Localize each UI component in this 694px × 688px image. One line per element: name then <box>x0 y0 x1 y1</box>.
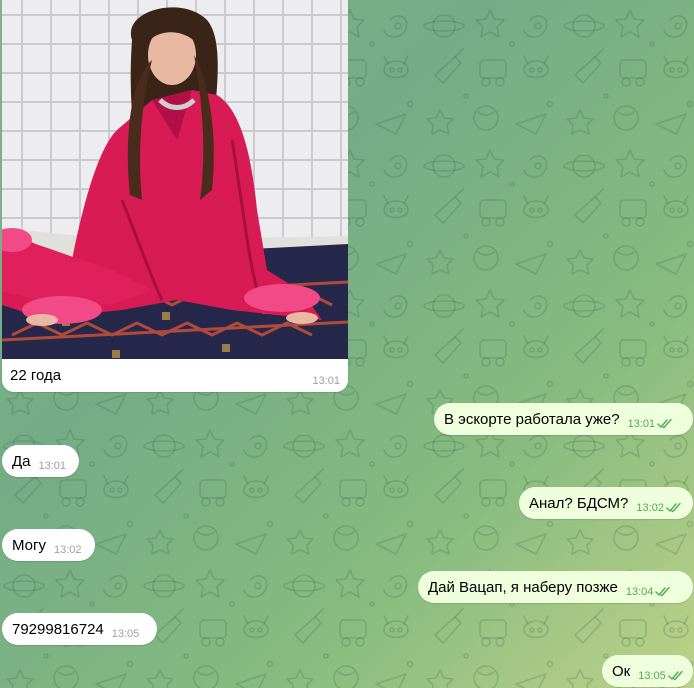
photo-message[interactable]: 22 года 13:01 <box>2 0 348 392</box>
double-check-icon <box>666 503 682 513</box>
photo-caption: 22 года <box>10 367 62 384</box>
message-time: 13:02 <box>53 544 82 556</box>
message-time: 13:05 <box>638 670 666 682</box>
outgoing-message[interactable]: В эскорте работала уже? 13:01 <box>434 403 693 435</box>
message-text: 79299816724 <box>12 620 104 638</box>
message-time: 13:05 <box>111 628 140 640</box>
message-text: Могу <box>12 536 46 554</box>
double-check-icon <box>668 671 684 681</box>
incoming-message[interactable]: Да 13:01 <box>2 445 79 477</box>
double-check-icon <box>655 587 671 597</box>
outgoing-message[interactable]: Ок 13:05 <box>602 655 693 687</box>
outgoing-message[interactable]: Анал? БДСМ? 13:02 <box>519 487 693 519</box>
incoming-message[interactable]: 79299816724 13:05 <box>2 613 157 645</box>
message-text: Анал? БДСМ? <box>529 494 629 512</box>
incoming-message[interactable]: Могу 13:02 <box>2 529 95 561</box>
message-text: Ок <box>612 662 631 680</box>
message-text: Дай Вацап, я наберу позже <box>428 578 618 596</box>
outgoing-message[interactable]: Дай Вацап, я наберу позже 13:04 <box>418 571 693 603</box>
message-time: 13:01 <box>627 418 656 430</box>
message-text: В эскорте работала уже? <box>444 410 620 428</box>
photo-woman-in-pink-pajamas-icon[interactable] <box>2 0 348 359</box>
message-time: 13:04 <box>625 586 654 598</box>
message-text: Да <box>12 452 31 470</box>
message-time: 13:01 <box>312 375 340 387</box>
double-check-icon <box>657 419 673 429</box>
message-time: 13:01 <box>38 460 67 472</box>
message-time: 13:02 <box>636 502 664 514</box>
